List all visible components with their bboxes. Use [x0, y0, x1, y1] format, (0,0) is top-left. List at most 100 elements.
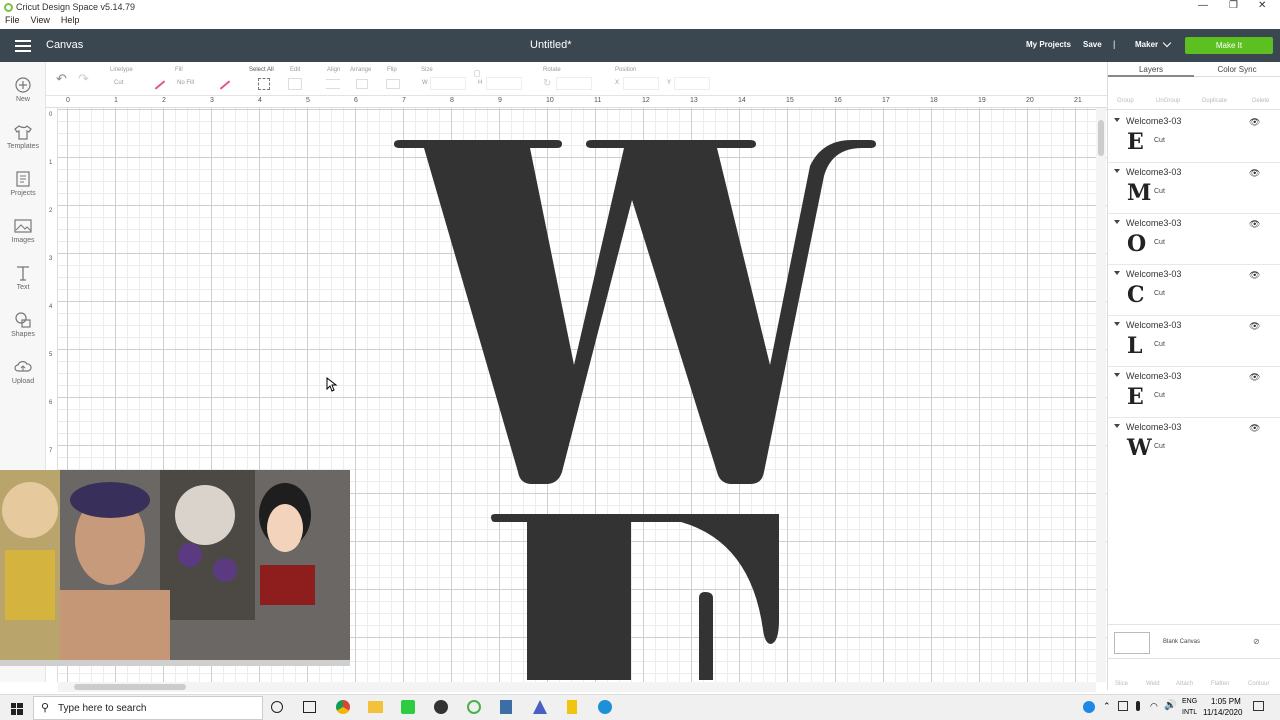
app-yellow-icon[interactable]	[567, 700, 577, 714]
clock-time[interactable]: 1:05 PM	[1211, 697, 1241, 706]
size-width-input[interactable]	[430, 77, 466, 90]
chevron-up-icon[interactable]: ⌃	[1103, 701, 1111, 712]
taskbar-search-box[interactable]: ⚲ Type here to search	[33, 696, 263, 720]
menu-view[interactable]: View	[31, 15, 50, 25]
eye-icon[interactable]: 👁	[1249, 423, 1260, 434]
microphone-icon[interactable]	[1136, 701, 1140, 711]
hamburger-menu-icon[interactable]	[15, 40, 31, 52]
maximize-button[interactable]: ❐	[1229, 0, 1238, 11]
letter-w-shape[interactable]	[392, 136, 892, 496]
align-icon[interactable]	[326, 79, 340, 89]
attach-button[interactable]: Attach	[1176, 681, 1193, 687]
chevron-down-icon[interactable]	[1162, 38, 1172, 48]
nav-upload[interactable]: Upload	[0, 352, 46, 396]
horizontal-scrollbar[interactable]	[58, 682, 1096, 692]
language-indicator-1[interactable]: ENG	[1182, 698, 1197, 705]
nav-text[interactable]: Text	[0, 258, 46, 302]
close-button[interactable]: ✕	[1258, 0, 1266, 11]
file-explorer-icon[interactable]	[368, 701, 383, 713]
volume-icon[interactable]: 🔊	[1164, 700, 1176, 711]
layer-item[interactable]: Welcome3-03 👁 E Cut	[1108, 367, 1280, 418]
machine-select[interactable]: Maker	[1135, 40, 1158, 49]
nav-images[interactable]: Images	[0, 211, 46, 255]
blank-canvas-row[interactable]: Blank Canvas ⊘	[1108, 624, 1280, 658]
layer-item[interactable]: Welcome3-03 👁 E Cut	[1108, 112, 1280, 163]
flatten-button[interactable]: Flatten	[1211, 681, 1229, 687]
linetype-color-icon[interactable]	[154, 80, 166, 90]
weld-button[interactable]: Weld	[1146, 681, 1160, 687]
make-it-button[interactable]: Make It	[1185, 37, 1273, 54]
menu-help[interactable]: Help	[61, 15, 80, 25]
minimize-button[interactable]: —	[1198, 0, 1208, 11]
layer-item[interactable]: Welcome3-03 👁 L Cut	[1108, 316, 1280, 367]
delete-button[interactable]: Delete	[1252, 98, 1269, 104]
windows-start-icon[interactable]	[11, 702, 23, 715]
layer-item[interactable]: Welcome3-03 👁 W Cut	[1108, 418, 1280, 469]
eye-icon[interactable]: 👁	[1249, 270, 1260, 281]
language-indicator-2[interactable]: INTL	[1182, 709, 1197, 716]
network-icon[interactable]	[1118, 701, 1128, 711]
collapse-triangle-icon[interactable]	[1114, 169, 1120, 173]
nav-new[interactable]: New	[0, 70, 46, 114]
chrome-icon[interactable]	[336, 700, 350, 714]
app-s-icon[interactable]	[598, 700, 612, 714]
eye-icon[interactable]: 👁	[1249, 321, 1260, 332]
vertical-scroll-thumb[interactable]	[1098, 120, 1104, 156]
clock-date[interactable]: 11/14/2020	[1203, 708, 1242, 717]
calculator-icon[interactable]	[500, 700, 512, 714]
size-height-input[interactable]	[486, 77, 522, 90]
notification-icon[interactable]	[1253, 701, 1264, 711]
save-button[interactable]: Save	[1083, 40, 1102, 49]
nav-templates[interactable]: Templates	[0, 117, 46, 161]
blank-canvas-swatch[interactable]	[1114, 632, 1150, 654]
arrange-icon[interactable]	[356, 79, 368, 89]
layer-item[interactable]: Welcome3-03 👁 O Cut	[1108, 214, 1280, 265]
collapse-triangle-icon[interactable]	[1114, 118, 1120, 122]
rotate-icon[interactable]: ↻	[543, 78, 551, 89]
position-x-input[interactable]	[623, 77, 659, 90]
my-projects-link[interactable]: My Projects	[1026, 40, 1071, 49]
nav-projects[interactable]: Projects	[0, 164, 46, 208]
layer-item[interactable]: Welcome3-03 👁 M Cut	[1108, 163, 1280, 214]
letter-e-shape[interactable]	[489, 512, 789, 682]
tab-color-sync[interactable]: Color Sync	[1194, 62, 1280, 77]
slice-button[interactable]: Slice	[1115, 681, 1128, 687]
app-triangle-icon[interactable]	[533, 700, 547, 714]
collapse-triangle-icon[interactable]	[1114, 373, 1120, 377]
layer-item[interactable]: Welcome3-03 👁 C Cut	[1108, 265, 1280, 316]
hide-canvas-icon[interactable]: ⊘	[1253, 637, 1260, 646]
eye-icon[interactable]: 👁	[1249, 219, 1260, 230]
position-y-input[interactable]	[674, 77, 710, 90]
fill-select[interactable]: No Fill	[177, 80, 194, 86]
collapse-triangle-icon[interactable]	[1114, 424, 1120, 428]
app-dark-icon[interactable]	[434, 700, 448, 714]
menu-file[interactable]: File	[5, 15, 20, 25]
app-green-icon[interactable]	[401, 700, 415, 714]
rotate-input[interactable]	[556, 77, 592, 90]
collapse-triangle-icon[interactable]	[1114, 322, 1120, 326]
flip-icon[interactable]	[386, 79, 400, 89]
select-all-icon[interactable]	[258, 78, 270, 90]
collapse-triangle-icon[interactable]	[1114, 220, 1120, 224]
eye-icon[interactable]: 👁	[1249, 117, 1260, 128]
nav-shapes[interactable]: Shapes	[0, 305, 46, 349]
horizontal-scroll-thumb[interactable]	[74, 684, 186, 690]
undo-icon[interactable]: ↶	[56, 71, 67, 87]
fill-color-icon[interactable]	[219, 80, 231, 90]
eye-icon[interactable]: 👁	[1249, 372, 1260, 383]
lock-icon[interactable]	[474, 70, 480, 77]
cortana-icon[interactable]	[271, 701, 283, 713]
cricut-app-icon[interactable]	[467, 700, 481, 714]
help-icon[interactable]	[1083, 701, 1095, 713]
contour-button[interactable]: Contour	[1248, 681, 1269, 687]
tab-layers[interactable]: Layers	[1108, 62, 1194, 77]
wifi-icon[interactable]: ◠	[1150, 701, 1158, 712]
vertical-scrollbar[interactable]	[1096, 108, 1106, 682]
task-view-icon[interactable]	[303, 701, 316, 713]
eye-icon[interactable]: 👁	[1249, 168, 1260, 179]
ungroup-button[interactable]: UnGroup	[1156, 98, 1180, 104]
linetype-select[interactable]: Cut	[114, 80, 123, 86]
edit-icon[interactable]	[288, 78, 302, 90]
collapse-triangle-icon[interactable]	[1114, 271, 1120, 275]
redo-icon[interactable]: ↷	[78, 71, 89, 87]
